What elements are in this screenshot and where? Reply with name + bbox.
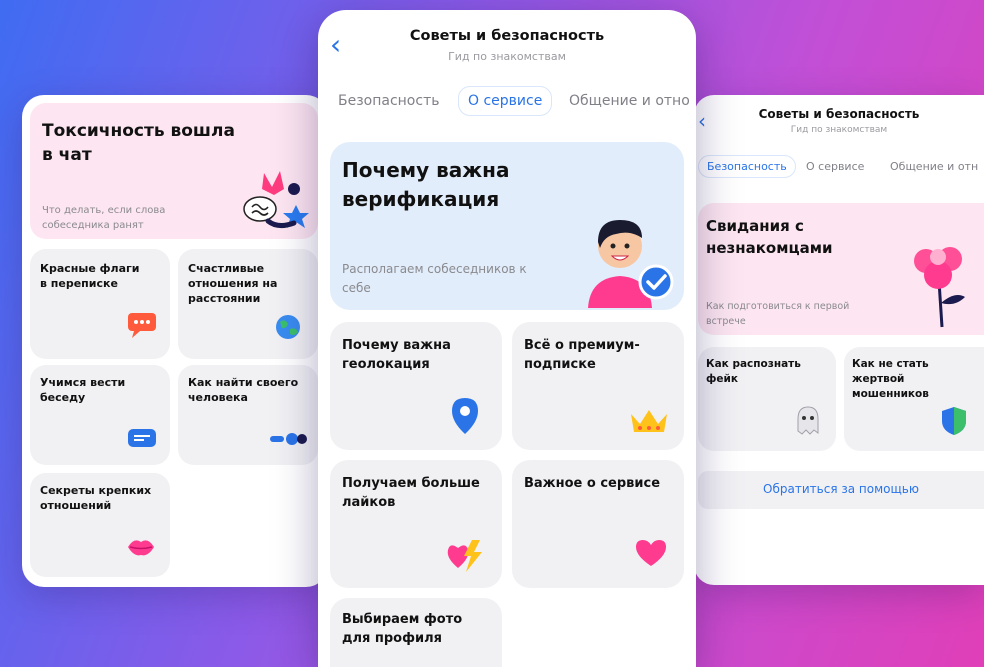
card-title: Важное о сервисе <box>524 476 661 491</box>
header-subtitle: Гид по знакомствам <box>790 125 888 135</box>
lips-icon <box>128 540 154 556</box>
flower-icon <box>914 247 965 328</box>
card-title: Счастливые отношения на расстоянии <box>188 262 278 305</box>
card-geolocation[interactable]: Почему важна геолокация <box>330 322 502 450</box>
hero-subtitle: Располагаем собеседников к себе <box>342 262 527 295</box>
card-find-person[interactable]: Как найти своего человека <box>178 365 318 465</box>
binoculars-icon <box>270 433 307 445</box>
shield-icon <box>942 407 966 435</box>
ghost-icon <box>797 406 819 435</box>
center-phone-screen: ‹ Советы и безопасность Гид по знакомств… <box>318 10 696 667</box>
toxic-chat-illustration-icon <box>243 171 309 229</box>
card-red-flags[interactable]: Красные флаги в переписке <box>30 249 170 359</box>
tab-communication[interactable]: Общение и отно <box>569 93 690 109</box>
help-button[interactable]: Обратиться за помощью <box>698 471 984 509</box>
card-about-service[interactable]: Важное о сервисе <box>512 460 684 588</box>
card-title: Учимся вести беседу <box>40 376 126 404</box>
card-title: Выбираем фото для профиля <box>342 612 463 646</box>
card-title: Красные флаги в переписке <box>40 262 140 290</box>
card-premium-subscription[interactable]: Всё о премиум-подписке <box>512 322 684 450</box>
tab-about-service[interactable]: О сервисе <box>458 86 553 116</box>
hero-card-dates-with-strangers[interactable]: Свидания с незнакомцами Как подготовитьс… <box>698 203 984 335</box>
card-title: Почему важна геолокация <box>342 338 451 372</box>
hero-title: Токсичность вошла в чат <box>42 121 235 165</box>
card-title: Всё о премиум-подписке <box>524 338 640 372</box>
header-title: Советы и безопасность <box>409 28 605 44</box>
card-conversation[interactable]: Учимся вести беседу <box>30 365 170 465</box>
heart-lightning-icon <box>447 540 482 572</box>
header-title: Советы и безопасность <box>758 107 920 121</box>
heart-icon <box>636 540 666 566</box>
card-title: Как найти своего человека <box>188 376 299 404</box>
card-title: Как не стать жертвой мошенников <box>852 358 929 400</box>
card-long-distance[interactable]: Счастливые отношения на расстоянии <box>178 249 318 359</box>
hero-title: Свидания с незнакомцами <box>706 217 833 257</box>
verified-person-icon <box>588 220 674 308</box>
globe-icon <box>276 315 300 339</box>
right-phone-screen: ‹ Советы и безопасность Гид по знакомств… <box>694 95 984 585</box>
tab-safety[interactable]: Безопасность <box>698 155 796 178</box>
hero-card-toxicity[interactable]: Токсичность вошла в чат Что делать, если… <box>30 103 318 239</box>
card-profile-photo[interactable]: Выбираем фото для профиля <box>330 598 502 667</box>
hero-card-verification[interactable]: Почему важна верификация Располагаем соб… <box>330 142 684 310</box>
hero-title: Почему важна верификация <box>342 158 510 211</box>
left-phone-screen: Токсичность вошла в чат Что делать, если… <box>22 95 328 587</box>
card-avoid-scammers[interactable]: Как не стать жертвой мошенников <box>844 347 984 451</box>
chat-bubble-icon <box>128 429 156 447</box>
crown-icon <box>631 410 667 432</box>
card-title: Как распознать фейк <box>706 358 801 385</box>
card-recognize-fake[interactable]: Как распознать фейк <box>698 347 836 451</box>
tab-communication[interactable]: Общение и отн <box>890 160 978 173</box>
header-subtitle: Гид по знакомствам <box>448 50 566 63</box>
hero-subtitle: Как подготовиться к первой встрече <box>706 301 850 327</box>
card-more-likes[interactable]: Получаем больше лайков <box>330 460 502 588</box>
tab-safety[interactable]: Безопасность <box>338 93 439 109</box>
help-button-label: Обратиться за помощью <box>763 482 919 496</box>
speech-bubble-icon <box>128 313 156 338</box>
card-title: Секреты крепких отношений <box>40 484 152 512</box>
tab-about-service[interactable]: О сервисе <box>806 160 864 173</box>
hero-subtitle: Что делать, если слова собеседника ранят <box>42 205 166 231</box>
card-strong-relationships[interactable]: Секреты крепких отношений <box>30 473 170 577</box>
location-pin-icon <box>452 398 478 434</box>
card-title: Получаем больше лайков <box>342 476 480 510</box>
